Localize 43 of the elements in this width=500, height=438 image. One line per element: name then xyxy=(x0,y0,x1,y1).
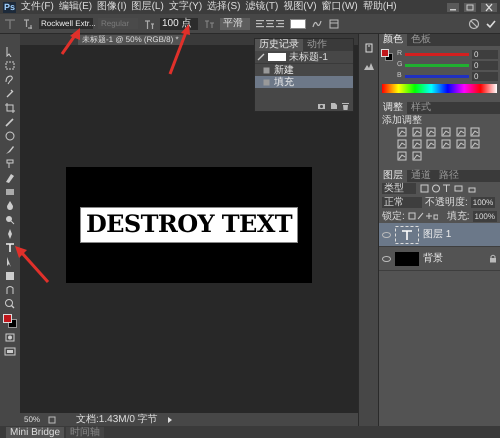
antialias-dropdown[interactable]: 平滑 xyxy=(220,18,250,30)
blend-mode-dropdown[interactable]: 正常 xyxy=(382,196,422,208)
menu-item[interactable]: 编辑(E) xyxy=(58,1,92,13)
menu-item[interactable]: 窗口(W) xyxy=(322,1,358,13)
menu-item[interactable]: 帮助(H) xyxy=(362,1,397,13)
history-item-label: 填充 xyxy=(274,76,294,90)
panel-tab[interactable]: 调整 xyxy=(379,102,407,114)
layer-row[interactable]: 图层 1 xyxy=(379,223,500,247)
fill-label: 填充: xyxy=(446,210,470,224)
channel-value-field[interactable]: 0 xyxy=(472,72,498,80)
menu-item[interactable]: 选择(S) xyxy=(207,1,241,13)
layer-name: 图层 1 xyxy=(423,228,452,242)
lock-label: 锁定: xyxy=(382,210,405,224)
bottom-tab[interactable]: Mini Bridge xyxy=(6,427,64,438)
font-size-field[interactable]: 100 点 xyxy=(160,18,198,30)
layer-row[interactable]: 背景 xyxy=(379,247,500,271)
panel-tab[interactable]: 图层 xyxy=(379,170,407,182)
menu-item[interactable]: 滤镜(T) xyxy=(246,1,278,13)
menu-item[interactable]: 图像(I) xyxy=(97,1,127,13)
opacity-label: 不透明度: xyxy=(425,196,468,210)
snapshot-name: 未标题-1 xyxy=(289,50,328,64)
document-tab[interactable]: 未标题-1 @ 50% (RGB/8) * xyxy=(78,35,183,45)
font-family-field[interactable]: Rockwell Extr... xyxy=(39,18,93,29)
filter-dropdown[interactable]: 类型 xyxy=(382,183,416,194)
menu-item[interactable]: 文字(Y) xyxy=(168,1,202,13)
panel-tab[interactable]: 历史记录 xyxy=(255,39,303,51)
fill-field[interactable]: 100% xyxy=(472,210,497,222)
channel-value-field[interactable]: 0 xyxy=(472,60,498,70)
layer-name: 背景 xyxy=(423,252,444,266)
channel-value-field[interactable]: 0 xyxy=(472,50,498,58)
history-item-label: 新建 xyxy=(274,64,294,76)
panel-tab[interactable]: 颜色 xyxy=(379,34,407,46)
history-item[interactable]: 新建 xyxy=(255,64,353,76)
adjustments-heading: 添加调整 xyxy=(381,114,423,127)
menu-item[interactable]: 文件(F) xyxy=(21,1,54,13)
document-info: 文档:1.43M/0 字节 xyxy=(76,412,158,426)
zoom-level: 50% xyxy=(24,414,40,426)
history-item[interactable]: 填充 xyxy=(255,76,353,88)
menu-item[interactable]: 视图(V) xyxy=(283,1,317,13)
app-logo: Ps xyxy=(3,2,16,12)
menu-item[interactable]: 图层(L) xyxy=(132,1,164,13)
canvas-text: DESTROY TEXT xyxy=(86,209,292,238)
opacity-field[interactable]: 100% xyxy=(470,196,496,208)
